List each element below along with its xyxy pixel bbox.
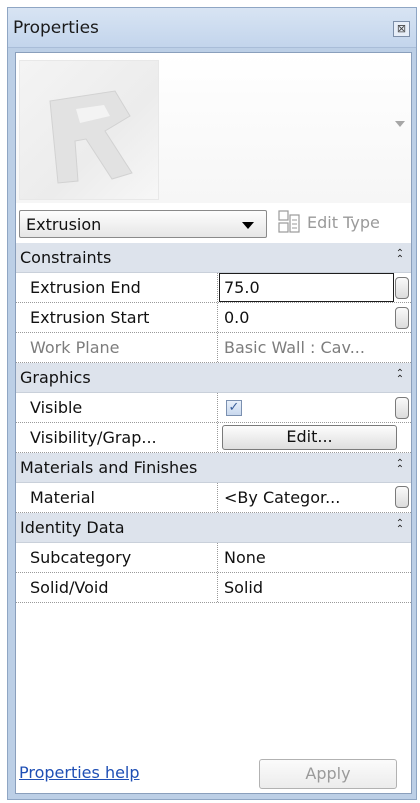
property-row-material[interactable]: Material <By Categor...: [16, 483, 411, 513]
property-name-text: Visible: [30, 398, 83, 417]
property-name-text: Subcategory: [30, 548, 132, 567]
edit-type-button[interactable]: Edit Type: [273, 208, 411, 238]
property-name-text: Solid/Void: [30, 578, 109, 597]
close-icon[interactable]: ⊠: [393, 21, 410, 37]
group-header-materials[interactable]: Materials and Finishes ⌃ ⌃: [16, 453, 411, 483]
associate-parameter-button[interactable]: [395, 277, 409, 299]
property-name: Solid/Void: [16, 573, 218, 602]
property-name: Extrusion End: [16, 273, 218, 302]
group-header-constraints[interactable]: Constraints ⌃ ⌃: [16, 243, 411, 273]
group-label: Graphics: [20, 368, 91, 387]
property-value: Basic Wall : Cav...: [219, 333, 394, 362]
property-row-visible[interactable]: Visible ✓: [16, 393, 411, 423]
chevron-down-icon: [242, 222, 254, 229]
property-row-subcategory[interactable]: Subcategory None: [16, 543, 411, 573]
collapse-icon[interactable]: ⌃ ⌃: [395, 369, 405, 385]
type-preview[interactable]: [16, 53, 411, 203]
property-value-text: 0.0: [224, 308, 250, 327]
associate-parameter-button[interactable]: [395, 397, 409, 419]
revit-logo-preview-icon: [19, 60, 159, 200]
group-label: Materials and Finishes: [20, 458, 198, 477]
edit-type-icon: [278, 210, 300, 234]
group-label: Identity Data: [20, 518, 125, 537]
collapse-icon[interactable]: ⌃ ⌃: [395, 519, 405, 535]
property-value-text: <By Categor...: [224, 488, 341, 507]
visible-checkbox[interactable]: ✓: [226, 400, 242, 416]
property-row-solid-void[interactable]: Solid/Void Solid: [16, 573, 411, 603]
property-name: Visible: [16, 393, 218, 422]
property-value-text: Solid: [224, 578, 263, 597]
collapse-icon[interactable]: ⌃ ⌃: [395, 249, 405, 265]
apply-button[interactable]: Apply: [259, 759, 397, 789]
edit-visibility-button[interactable]: Edit...: [222, 425, 397, 450]
collapse-icon[interactable]: ⌃ ⌃: [395, 459, 405, 475]
property-value[interactable]: <By Categor...: [219, 483, 394, 512]
property-name: Extrusion Start: [16, 303, 218, 332]
property-value-text: 75.0: [224, 278, 260, 297]
property-row-extrusion-end[interactable]: Extrusion End 75.0: [16, 273, 411, 303]
property-name-text: Visibility/Grap...: [30, 428, 157, 447]
type-selector-row: Extrusion Edit Type: [16, 203, 411, 243]
property-value: ✓: [219, 393, 394, 422]
property-value[interactable]: Solid: [219, 573, 394, 602]
properties-help-link[interactable]: Properties help: [19, 763, 140, 782]
type-selector-value: Extrusion: [26, 215, 102, 234]
associate-parameter-button[interactable]: [395, 307, 409, 329]
palette-titlebar[interactable]: Properties ⊠: [8, 8, 416, 48]
group-header-identity[interactable]: Identity Data ⌃ ⌃: [16, 513, 411, 543]
property-name: Material: [16, 483, 218, 512]
property-name-text: Extrusion End: [30, 278, 141, 297]
properties-grid: Constraints ⌃ ⌃ Extrusion End 75.0 Extrus…: [16, 243, 411, 603]
associate-parameter-button[interactable]: [395, 486, 409, 508]
property-value-input[interactable]: 75.0: [219, 273, 394, 302]
properties-palette: Properties ⊠ Extrusion Edit Type Constra…: [7, 7, 417, 800]
property-value[interactable]: None: [219, 543, 394, 572]
property-name-text: Extrusion Start: [30, 308, 150, 327]
palette-title: Properties: [13, 18, 99, 38]
property-name: Work Plane: [16, 333, 218, 362]
property-name: Subcategory: [16, 543, 218, 572]
property-value: Edit...: [219, 423, 397, 452]
palette-footer: Properties help Apply: [16, 753, 411, 793]
group-label: Constraints: [20, 248, 112, 267]
edit-type-label: Edit Type: [307, 213, 380, 232]
palette-body: Extrusion Edit Type Constraints ⌃ ⌃ Extr…: [15, 52, 412, 794]
group-header-graphics[interactable]: Graphics ⌃ ⌃: [16, 363, 411, 393]
property-name-text: Material: [30, 488, 95, 507]
property-value-text: None: [224, 548, 266, 567]
property-value[interactable]: 0.0: [219, 303, 394, 332]
property-name-text: Work Plane: [30, 338, 120, 357]
property-row-work-plane: Work Plane Basic Wall : Cav...: [16, 333, 411, 363]
property-row-visibility-graphics[interactable]: Visibility/Grap... Edit...: [16, 423, 411, 453]
property-value-text: Basic Wall : Cav...: [224, 338, 365, 357]
type-selector-dropdown[interactable]: Extrusion: [19, 210, 267, 238]
property-row-extrusion-start[interactable]: Extrusion Start 0.0: [16, 303, 411, 333]
chevron-down-icon[interactable]: [395, 121, 405, 127]
property-name: Visibility/Grap...: [16, 423, 218, 452]
